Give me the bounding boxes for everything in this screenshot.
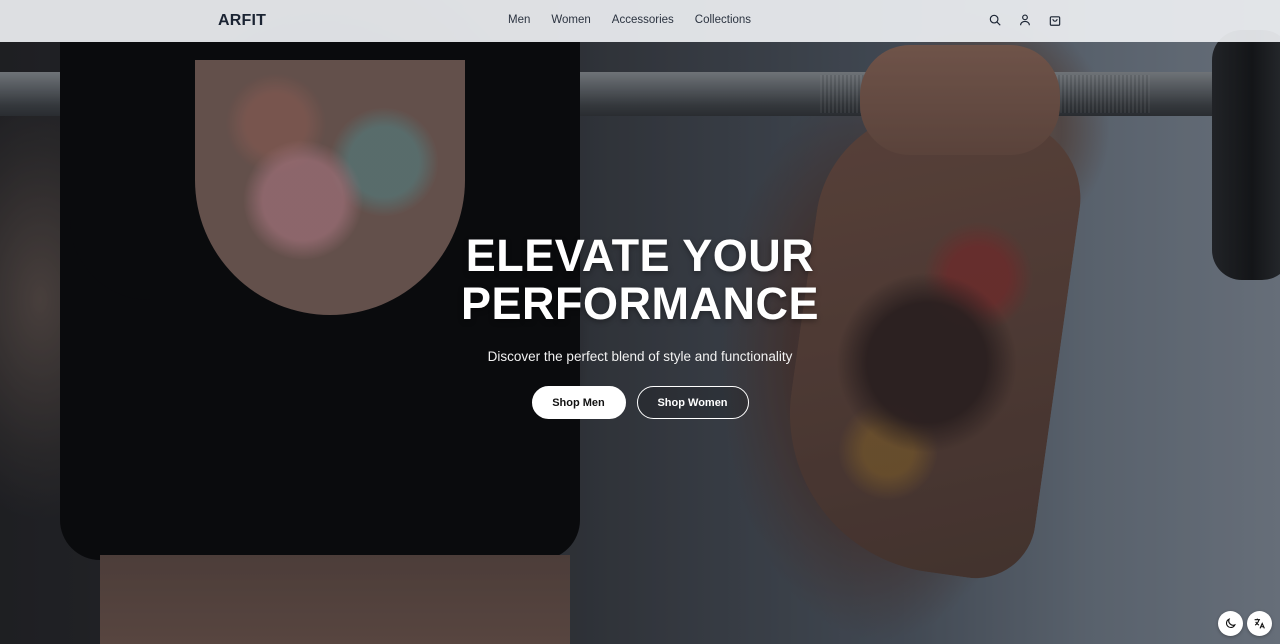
nav-link-men[interactable]: Men <box>508 14 530 26</box>
moon-icon <box>1225 618 1236 629</box>
language-toggle[interactable] <box>1247 611 1272 636</box>
hero-title: ELEVATE YOUR PERFORMANCE <box>0 232 1280 328</box>
hero-cta-group: Shop Men Shop Women <box>0 386 1280 419</box>
main-menu: Men Women Accessories Collections <box>508 14 772 26</box>
shopping-bag-icon[interactable] <box>1047 12 1063 28</box>
nav-link-collections[interactable]: Collections <box>695 14 751 26</box>
shop-women-button[interactable]: Shop Women <box>636 386 749 419</box>
nav-link-women[interactable]: Women <box>551 14 590 26</box>
brand-logo[interactable]: ARFIT <box>218 12 266 30</box>
search-icon[interactable] <box>987 12 1003 28</box>
user-icon[interactable] <box>1017 12 1033 28</box>
shop-men-button[interactable]: Shop Men <box>531 386 626 419</box>
nav-link-accessories[interactable]: Accessories <box>612 14 674 26</box>
hero-content: ELEVATE YOUR PERFORMANCE Discover the pe… <box>0 232 1280 419</box>
hero-subtitle: Discover the perfect blend of style and … <box>487 349 793 364</box>
translate-icon <box>1254 618 1265 629</box>
top-navbar: ARFIT Men Women Accessories Collections <box>0 0 1280 42</box>
dark-mode-toggle[interactable] <box>1218 611 1243 636</box>
hero-title-line-2: PERFORMANCE <box>460 278 819 329</box>
hero-title-line-1: ELEVATE YOUR <box>465 230 815 281</box>
nav-actions <box>987 12 1063 28</box>
